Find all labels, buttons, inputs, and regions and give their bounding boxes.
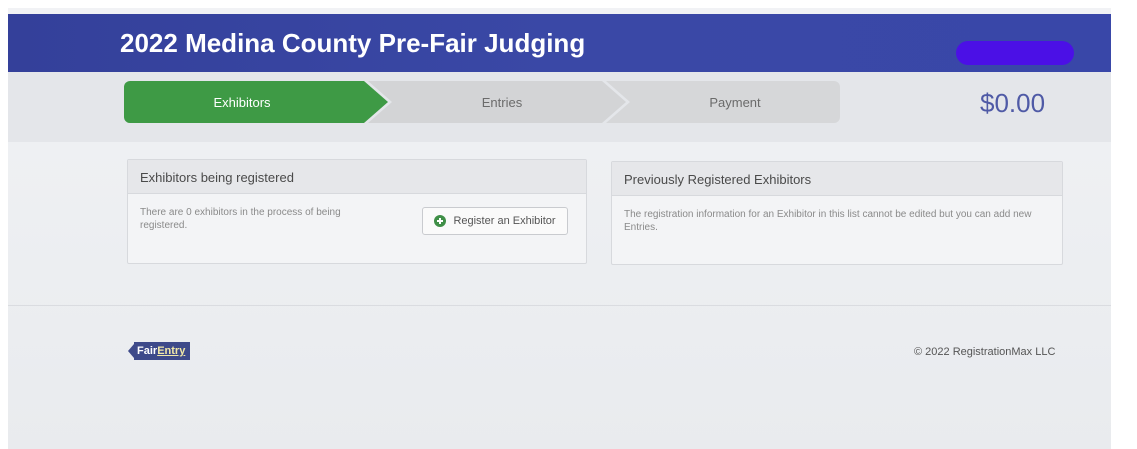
user-menu[interactable]	[956, 41, 1074, 65]
register-exhibitor-label: Register an Exhibitor	[453, 214, 556, 227]
step-payment-label: Payment	[709, 94, 761, 110]
step-entries[interactable]: Entries	[368, 81, 626, 123]
logo-text: FairEntry	[134, 342, 191, 360]
browser-screen: 2022 Medina County Pre-Fair Judging Exhi…	[8, 8, 1111, 449]
panel-title: Exhibitors being registered	[128, 160, 586, 194]
top-header-bar: 2022 Medina County Pre-Fair Judging	[8, 14, 1111, 72]
step-entries-label: Entries	[481, 94, 523, 110]
panel-title: Previously Registered Exhibitors	[612, 162, 1062, 196]
logo-fair: Fair	[137, 345, 158, 357]
footer-divider	[8, 305, 1111, 306]
registering-status-text: There are 0 exhibitors in the process of…	[140, 207, 341, 231]
plus-circle-icon	[434, 215, 447, 227]
panel-body: There are 0 exhibitors in the process of…	[128, 194, 586, 244]
registration-steps: Exhibitors Entries Payment	[124, 81, 840, 123]
step-exhibitors-label: Exhibitors	[213, 94, 271, 110]
logo-entry: Entry	[157, 345, 186, 357]
cart-total: $0.00	[980, 88, 1046, 118]
previously-registered-panel: Previously Registered Exhibitors The reg…	[611, 161, 1063, 265]
previous-info-text: The registration information for an Exhi…	[624, 209, 1032, 233]
step-exhibitors[interactable]: Exhibitors	[124, 81, 388, 123]
page-title: 2022 Medina County Pre-Fair Judging	[120, 28, 586, 58]
copyright-text: © 2022 RegistrationMax LLC	[914, 346, 1056, 358]
exhibitors-being-registered-panel: Exhibitors being registered There are 0 …	[127, 159, 587, 264]
fairentry-logo[interactable]: FairEntry	[128, 342, 191, 360]
register-exhibitor-button[interactable]: Register an Exhibitor	[422, 207, 568, 235]
step-payment[interactable]: Payment	[606, 81, 840, 123]
